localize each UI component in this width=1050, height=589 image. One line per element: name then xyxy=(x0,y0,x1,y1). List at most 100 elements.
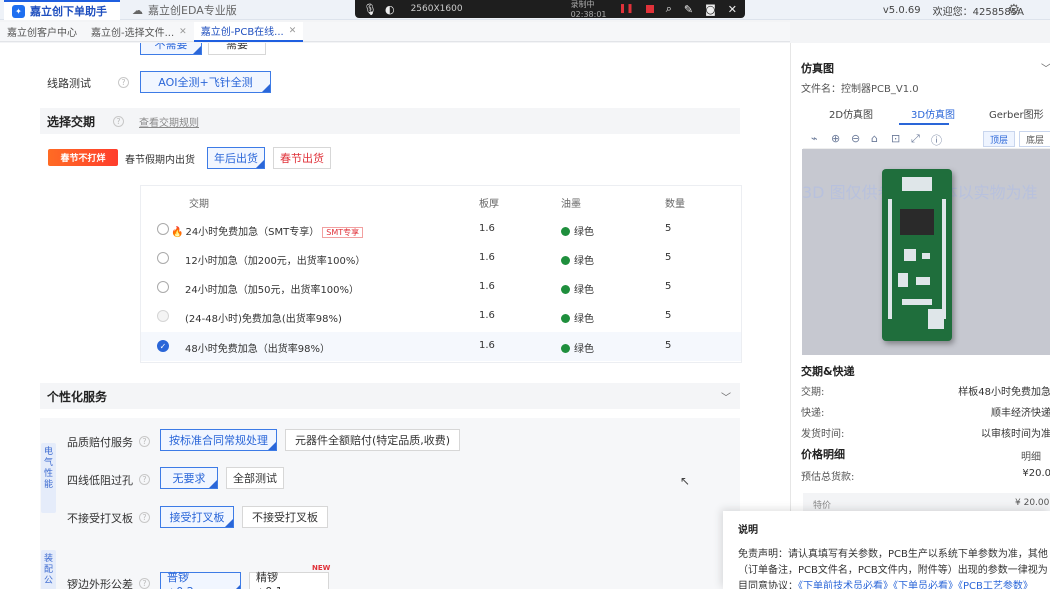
price-detail-toggle[interactable]: 明细 xyxy=(1021,448,1041,463)
popup-text: 目同意协议： xyxy=(738,581,798,589)
electrical-performance-tag: 电气性能 xyxy=(41,443,56,513)
ink-text: 绿色 xyxy=(574,314,594,325)
section-title: 选择交期 xyxy=(47,115,96,129)
fullscreen-icon[interactable]: ⤢ xyxy=(911,132,920,146)
gear-icon[interactable]: ⚙ xyxy=(1007,2,1020,18)
help-icon[interactable]: ? xyxy=(113,116,124,127)
radio-button-checked[interactable]: ✓ xyxy=(157,340,169,352)
mic-icon[interactable]: 🎙 xyxy=(363,3,377,16)
option-normal-routing[interactable]: 普锣±0.2mm xyxy=(160,571,241,589)
lead-time-rules-link[interactable]: 查看交期规则 xyxy=(139,114,199,129)
eda-logo-icon: ☁ xyxy=(132,3,143,17)
x-out-board-label: 不接受打叉板 xyxy=(67,512,133,525)
option-reject-x-out[interactable]: 不接受打叉板 xyxy=(242,506,328,528)
option-aoi-flying-probe[interactable]: AOI全测+飞针全测 xyxy=(140,71,271,93)
tab-pcb-online[interactable]: 嘉立创-PCB在线... ✕ xyxy=(193,21,304,42)
lead-time-table: 交期 板厚 油墨 数量 🔥 24小时免费加急（SMT专享） SMT专享 1.6 绿色… xyxy=(140,185,742,363)
radio-button[interactable] xyxy=(157,252,169,264)
chevron-down-icon[interactable]: ﹀ xyxy=(721,389,731,404)
assembly-tag: 装配公 xyxy=(41,550,56,589)
option-precision-routing[interactable]: 精锣±0.1mm xyxy=(249,571,329,589)
simulation-title: 仿真图 xyxy=(801,62,834,75)
table-row[interactable]: 24小时加急（加50元，出货率100%） 1.6 绿色 5 xyxy=(141,273,741,302)
tab-gerber[interactable]: Gerber图形 xyxy=(989,106,1044,121)
app-tab-label: 嘉立创EDA专业版 xyxy=(148,4,237,17)
delivery-label: 发货时间: xyxy=(801,429,845,440)
close-icon[interactable]: ✕ xyxy=(179,27,187,37)
ink-cell: 绿色 xyxy=(561,340,594,355)
recorder-time: 录制中 02:38:01 xyxy=(570,0,607,19)
new-badge: NEW xyxy=(312,564,331,572)
option-standard-contract[interactable]: 按标准合同常规处理 xyxy=(160,429,277,451)
home-icon[interactable]: ⌂ xyxy=(871,132,878,145)
search-icon[interactable]: ⌕ xyxy=(666,2,672,16)
ruler-icon[interactable]: ⌁ xyxy=(811,132,818,145)
spring-festival-banner: 春节不打烊 xyxy=(48,149,118,166)
pcb-3d-viewer[interactable]: 3D 图仅供参考，具体以实物为准 xyxy=(802,149,1050,355)
option-accept-x-out[interactable]: 接受打叉板 xyxy=(160,506,234,528)
version-label: v5.0.69 xyxy=(882,4,921,16)
contrast-icon[interactable]: ◐ xyxy=(385,3,395,16)
qty-cell: 5 xyxy=(665,310,672,321)
tab-2d-simulation[interactable]: 2D仿真图 xyxy=(829,106,873,121)
delivery-value: 顺丰经济快递 xyxy=(991,408,1050,419)
app-tab-order-assistant[interactable]: ✦ 嘉立创下单助手 xyxy=(4,0,120,20)
delivery-value: 样板48小时免费加急 xyxy=(958,387,1050,398)
table-row-selected[interactable]: ✓ 48小时免费加急（出货率98%） 1.6 绿色 5 xyxy=(141,332,741,361)
thickness-cell: 1.6 xyxy=(479,223,495,234)
period-text: 24小时免费加急（SMT专享） xyxy=(185,227,320,238)
option-test-all[interactable]: 全部测试 xyxy=(226,467,284,489)
delivery-row: 快递: 顺丰经济快递 xyxy=(791,404,1050,419)
table-row[interactable]: 12小时加急（加200元，出货率100%） 1.6 绿色 5 xyxy=(141,244,741,273)
option-ship-during-holiday[interactable]: 春节出货 xyxy=(273,147,331,169)
section-header-personalized[interactable] xyxy=(40,383,740,409)
table-row[interactable]: 🔥 24小时免费加急（SMT专享） SMT专享 1.6 绿色 5 xyxy=(141,215,741,244)
layer-bottom-button[interactable]: 底层 xyxy=(1019,131,1050,147)
tab-3d-simulation[interactable]: 3D仿真图 xyxy=(911,106,955,121)
link-process-params[interactable]: 《PCB工艺参数》 xyxy=(958,581,1033,589)
special-label: 特价 xyxy=(813,501,832,511)
tab-label: 嘉立创-PCB在线... xyxy=(200,27,284,38)
help-icon[interactable]: ? xyxy=(139,578,150,589)
camera-icon[interactable]: ◙ xyxy=(705,3,716,16)
radio-button-disabled xyxy=(157,310,169,322)
help-icon[interactable]: ? xyxy=(139,474,150,485)
option-no-requirement[interactable]: 无要求 xyxy=(160,467,218,489)
radio-button[interactable] xyxy=(157,223,169,235)
option-full-compensation[interactable]: 元器件全额赔付(特定品质,收费) xyxy=(285,429,460,451)
lead-time-cell: 🔥 24小时免费加急（SMT专享） SMT专享 xyxy=(171,223,364,238)
help-icon[interactable]: ? xyxy=(118,77,129,88)
zoom-out-icon[interactable]: ⊖ xyxy=(851,132,860,145)
tab-select-file[interactable]: 嘉立创-选择文件... ✕ xyxy=(84,22,194,42)
radio-button[interactable] xyxy=(157,281,169,293)
chevron-down-icon[interactable]: ﹀ xyxy=(1041,60,1050,75)
close-icon[interactable]: ✕ xyxy=(728,3,737,16)
layer-top-button[interactable]: 顶层 xyxy=(983,131,1015,147)
option-needed[interactable]: 需要 xyxy=(208,43,266,55)
delivery-label: 交期: xyxy=(801,387,825,398)
ink-text: 绿色 xyxy=(574,344,594,355)
help-icon[interactable]: ? xyxy=(139,512,150,523)
pen-icon[interactable]: ✎ xyxy=(684,3,693,16)
tab-customer-center[interactable]: 嘉立创客户中心 xyxy=(0,22,84,42)
help-icon[interactable]: ⓘ xyxy=(931,132,942,148)
qty-cell: 5 xyxy=(665,223,672,234)
pause-icon[interactable]: ❚❚ xyxy=(619,4,634,14)
delivery-value: 以审核时间为准 xyxy=(981,429,1050,440)
option-not-needed[interactable]: 不需要 xyxy=(140,43,202,55)
app-tab-eda[interactable]: ☁ 嘉立创EDA专业版 xyxy=(124,0,252,20)
option-ship-after-holiday[interactable]: 年后出货 xyxy=(207,147,265,169)
link-technician-guide[interactable]: 《下单前技术员必看》 xyxy=(798,581,893,589)
estimated-value: ¥20.0 xyxy=(1022,468,1050,479)
ink-text: 绿色 xyxy=(574,285,594,296)
green-dot-icon xyxy=(561,344,570,353)
stop-icon[interactable] xyxy=(645,5,654,13)
link-orderer-guide[interactable]: 《下单员必看》 xyxy=(893,581,958,589)
green-dot-icon xyxy=(561,227,570,236)
zoom-in-icon[interactable]: ⊕ xyxy=(831,132,840,145)
fit-view-icon[interactable]: ⊡ xyxy=(891,132,900,145)
help-icon[interactable]: ? xyxy=(139,436,150,447)
tab-label: 嘉立创客户中心 xyxy=(7,28,77,39)
line-test-label: 线路测试 xyxy=(47,77,91,90)
close-icon[interactable]: ✕ xyxy=(289,26,297,36)
